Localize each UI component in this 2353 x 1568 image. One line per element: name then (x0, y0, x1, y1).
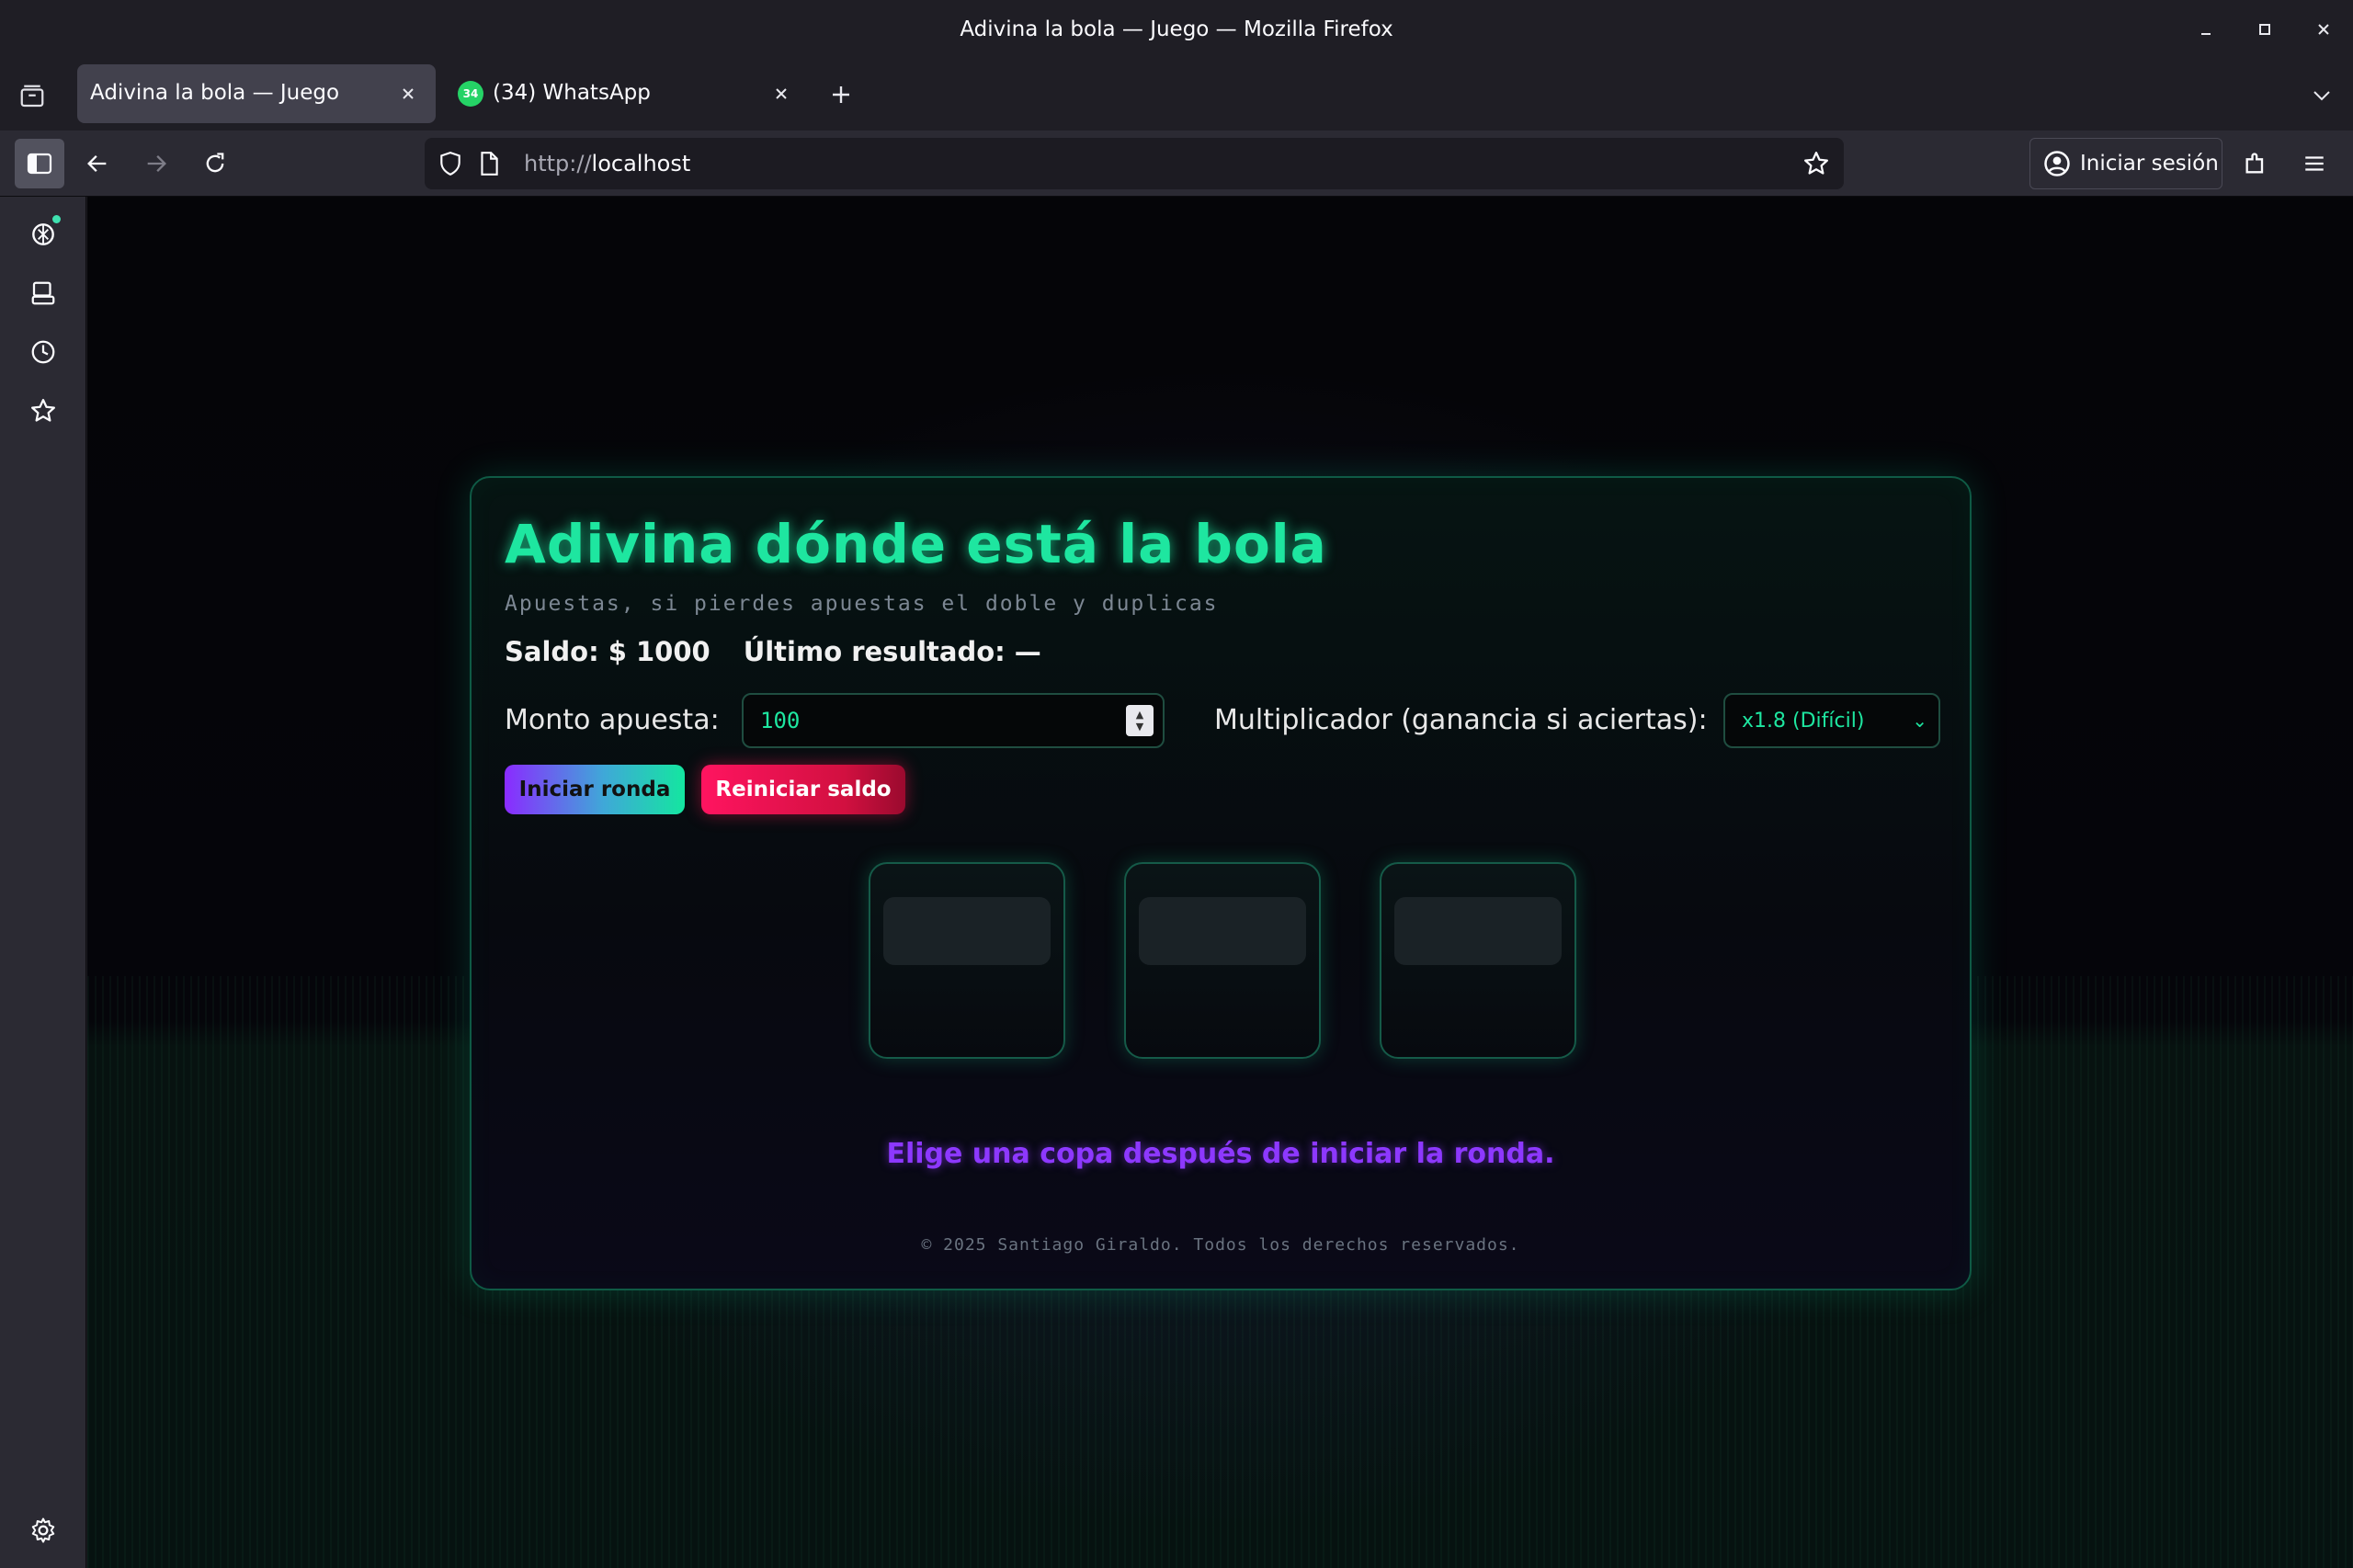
page-title: Adivina dónde está la bola (505, 513, 1327, 575)
extensions-icon (2245, 153, 2264, 174)
bookmark-star-icon[interactable] (1800, 147, 1833, 180)
footer-copyright: © 2025 Santiago Giraldo. Todos los derec… (921, 1235, 1520, 1255)
reload-button[interactable] (193, 142, 237, 186)
url-host: localhost (591, 151, 691, 176)
cup-2[interactable] (1124, 862, 1321, 1059)
bet-amount-input[interactable]: 100 (742, 693, 1165, 748)
close-icon (403, 88, 414, 99)
url-text[interactable]: http://localhost (524, 151, 690, 176)
firefox-view-button[interactable] (13, 77, 51, 116)
last-result-value: — (1014, 636, 1041, 667)
menu-button[interactable] (2292, 142, 2336, 186)
bet-amount-label: Monto apuesta: (505, 704, 720, 736)
page-content: Adivina dónde está la bola Apuestas, si … (87, 197, 2353, 1568)
game-card: Adivina dónde está la bola Apuestas, si … (470, 476, 1972, 1290)
bet-controls: Monto apuesta: 100 ▲ ▼ Multiplicador (ga… (505, 693, 1940, 748)
tab-strip: Adivina la bola — Juego 34 (34) WhatsApp (0, 59, 2353, 131)
cup-lid (1139, 897, 1306, 965)
close-icon (776, 88, 787, 99)
notification-dot (52, 215, 61, 223)
whatsapp-icon: 34 (458, 81, 483, 107)
window-controls (2177, 0, 2353, 59)
synced-tabs-icon[interactable] (22, 272, 64, 314)
sidebar-toggle-button[interactable] (15, 139, 64, 188)
multiplier-label: Multiplicador (ganancia si aciertas): (1214, 704, 1708, 736)
tracking-protection-icon[interactable] (436, 149, 465, 178)
maximize-button[interactable] (2235, 0, 2294, 59)
tab-label: (34) WhatsApp (493, 81, 651, 105)
tab-close-button[interactable] (392, 77, 425, 110)
close-window-button[interactable] (2294, 0, 2353, 59)
bookmarks-icon[interactable] (22, 390, 64, 432)
firefox-view-icon (20, 85, 44, 108)
balance-stat: Saldo: $ 1000 (505, 636, 710, 667)
browser-sidebar (0, 197, 86, 1568)
reload-icon (206, 153, 224, 173)
list-all-tabs-button[interactable] (2303, 77, 2340, 114)
signin-button[interactable]: Iniciar sesión (2029, 138, 2222, 189)
signin-label: Iniciar sesión (2080, 152, 2219, 176)
chevron-down-icon: ⌄ (1912, 710, 1927, 732)
page-subtitle: Apuestas, si pierdes apuestas el doble y… (505, 592, 1219, 616)
window-titlebar: Adivina la bola — Juego — Mozilla Firefo… (0, 0, 2353, 59)
minimize-button[interactable] (2177, 0, 2235, 59)
bet-amount-stepper[interactable]: ▲ ▼ (1126, 705, 1154, 736)
tab-adivina[interactable]: Adivina la bola — Juego (77, 64, 436, 123)
page-info-icon[interactable] (474, 149, 504, 178)
minimize-icon (2201, 33, 2211, 35)
chevron-down-icon (2313, 91, 2330, 101)
balance-value: $ 1000 (608, 636, 710, 667)
arrow-right-icon (147, 155, 166, 172)
window-title: Adivina la bola — Juego — Mozilla Firefo… (960, 17, 1393, 41)
extensions-button[interactable] (2234, 142, 2278, 186)
close-icon (2318, 24, 2329, 35)
last-result-label: Último resultado: (743, 636, 1006, 667)
last-result-stat: Último resultado: — (744, 636, 1041, 667)
tab-label: Adivina la bola — Juego (90, 81, 340, 105)
back-button[interactable] (75, 142, 119, 186)
chevron-up-icon[interactable]: ▲ (1136, 709, 1143, 721)
stats-bar: Saldo: $ 1000 Último resultado: — (505, 636, 1041, 667)
reset-balance-button[interactable]: Reiniciar saldo (701, 765, 905, 814)
balance-label: Saldo: (505, 636, 599, 667)
history-icon[interactable] (22, 331, 64, 373)
start-round-button[interactable]: Iniciar ronda (505, 765, 685, 814)
status-message: Elige una copa después de iniciar la ron… (886, 1138, 1555, 1170)
chatgpt-icon[interactable] (22, 213, 64, 256)
cup-3[interactable] (1380, 862, 1576, 1059)
forward-button[interactable] (134, 142, 178, 186)
new-tab-button[interactable] (822, 75, 860, 114)
multiplier-select[interactable]: x1.8 (Difícil) ⌄ (1723, 693, 1940, 748)
settings-icon[interactable] (22, 1509, 64, 1551)
arrow-left-icon (87, 155, 107, 172)
account-icon (2043, 150, 2071, 177)
cup-lid (883, 897, 1051, 965)
cup-lid (1394, 897, 1562, 965)
url-bar[interactable]: http://localhost (425, 138, 1844, 189)
tab-close-button[interactable] (765, 77, 798, 110)
multiplier-value: x1.8 (Difícil) (1742, 710, 1865, 733)
cup-1[interactable] (869, 862, 1065, 1059)
tab-whatsapp[interactable]: 34 (34) WhatsApp (450, 64, 809, 123)
sidebar-icon (27, 153, 52, 175)
navigation-toolbar: http://localhost Iniciar sesión (0, 131, 2353, 197)
maximize-icon (2259, 24, 2270, 35)
hamburger-menu-icon (2305, 156, 2324, 171)
plus-icon (833, 86, 849, 103)
chevron-down-icon[interactable]: ▼ (1136, 721, 1143, 733)
cups-container (869, 862, 1576, 1059)
url-scheme: http:// (524, 151, 592, 176)
